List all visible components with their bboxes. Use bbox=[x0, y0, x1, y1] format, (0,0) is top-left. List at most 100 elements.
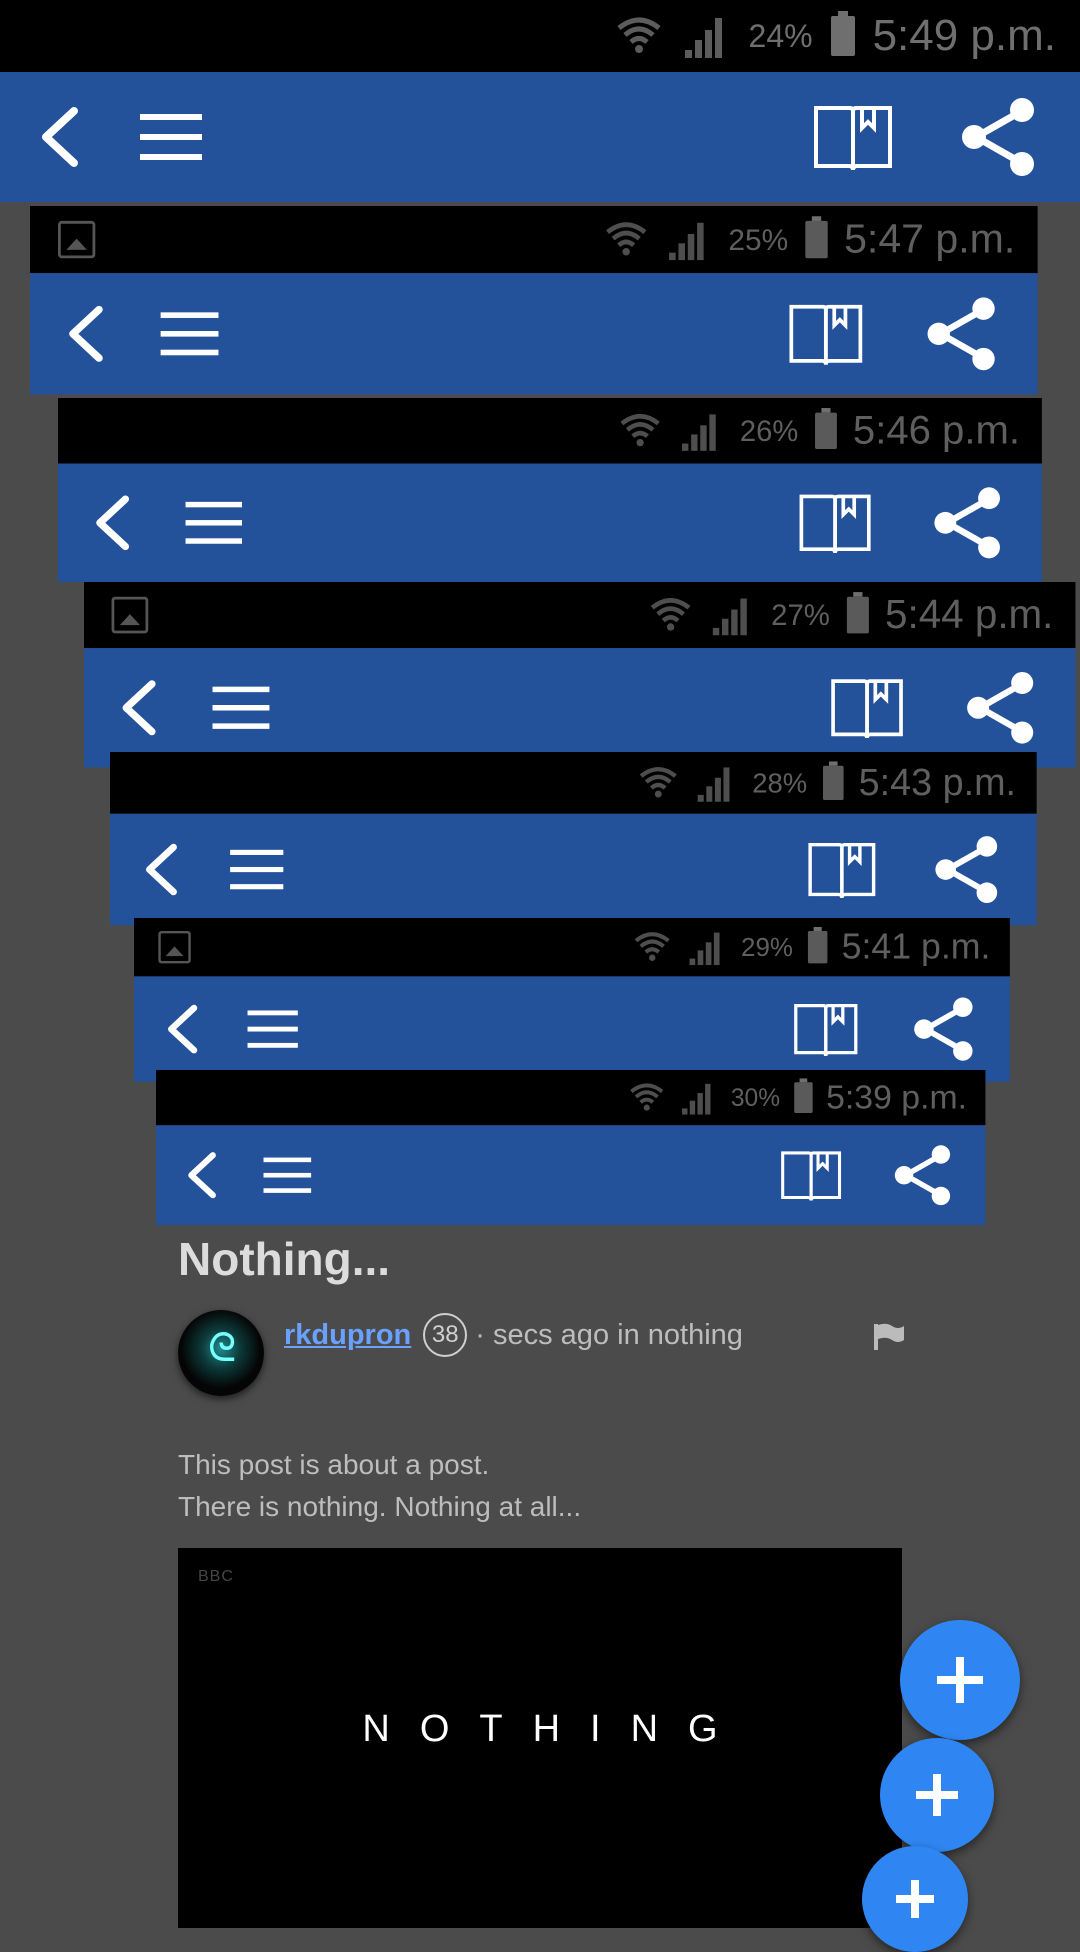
share-icon bbox=[911, 996, 978, 1063]
avatar-dragon-icon: ᘓ bbox=[208, 1326, 237, 1370]
bbc-logo: BBC bbox=[198, 1568, 234, 1585]
nested-screenshot-frame: 27% 5:44 p.m. bbox=[84, 582, 1076, 768]
menu-icon bbox=[184, 495, 246, 551]
battery-icon bbox=[846, 592, 869, 634]
post-image[interactable]: BBC NOTHING bbox=[178, 1548, 902, 1928]
signal-icon bbox=[681, 414, 716, 451]
clock: 5:44 p.m. bbox=[885, 592, 1054, 638]
avatar[interactable]: ᘓ bbox=[178, 1310, 264, 1396]
signal-icon bbox=[712, 598, 747, 636]
share-icon bbox=[924, 296, 1001, 373]
signal-icon bbox=[668, 222, 704, 261]
bookmark-book-icon bbox=[829, 676, 904, 742]
battery-percent: 25% bbox=[728, 222, 789, 256]
back-icon bbox=[162, 1003, 203, 1055]
share-icon bbox=[892, 1144, 955, 1207]
nested-toolbar bbox=[30, 273, 1038, 395]
nested-status-bar: 26% 5:46 p.m. bbox=[58, 398, 1042, 464]
battery-icon bbox=[804, 216, 828, 259]
battery-percent: 30% bbox=[730, 1083, 781, 1112]
battery-percent: 24% bbox=[748, 17, 813, 54]
bookmark-book-icon bbox=[793, 1001, 860, 1059]
nested-toolbar bbox=[110, 813, 1037, 926]
add-button[interactable] bbox=[880, 1738, 994, 1852]
plus-icon bbox=[896, 1880, 934, 1918]
image-notification-icon bbox=[111, 596, 149, 634]
bookmark-book-icon bbox=[788, 301, 865, 368]
post-body-line: There is nothing. Nothing at all... bbox=[178, 1491, 582, 1522]
status-bar: 24% 5:49 p.m. bbox=[0, 0, 1080, 72]
wifi-icon bbox=[639, 767, 677, 798]
battery-percent: 29% bbox=[741, 932, 793, 962]
nested-status-bar: 27% 5:44 p.m. bbox=[84, 582, 1076, 649]
wifi-icon bbox=[629, 1083, 663, 1111]
menu-icon bbox=[159, 305, 222, 363]
signal-icon bbox=[697, 767, 730, 802]
wifi-icon bbox=[620, 413, 660, 447]
wifi-icon bbox=[605, 222, 646, 256]
back-icon bbox=[62, 304, 109, 364]
clock: 5:43 p.m. bbox=[858, 761, 1017, 804]
clock: 5:47 p.m. bbox=[844, 216, 1016, 262]
nested-toolbar bbox=[84, 648, 1076, 768]
battery-icon bbox=[793, 1078, 813, 1114]
bookmark-book-icon bbox=[798, 491, 873, 557]
nested-toolbar bbox=[156, 1125, 986, 1226]
nested-screenshot-frame: 25% 5:47 p.m. bbox=[30, 206, 1038, 395]
share-icon bbox=[932, 834, 1002, 904]
nested-status-bar: 25% 5:47 p.m. bbox=[30, 206, 1038, 274]
battery-percent: 26% bbox=[739, 413, 799, 447]
nested-toolbar bbox=[58, 463, 1042, 583]
signal-icon bbox=[681, 1083, 711, 1115]
reputation-badge: 38 bbox=[423, 1313, 468, 1357]
author-link[interactable]: rkdupron bbox=[284, 1319, 411, 1352]
menu-icon bbox=[211, 679, 273, 736]
menu-icon[interactable] bbox=[138, 106, 206, 168]
plus-icon bbox=[937, 1657, 983, 1703]
nested-toolbar bbox=[134, 976, 1010, 1082]
image-notification-icon bbox=[57, 220, 96, 259]
menu-icon bbox=[246, 1004, 301, 1054]
nested-screenshot-frame: 28% 5:43 p.m. bbox=[110, 752, 1037, 926]
nested-status-bar: 28% 5:43 p.m. bbox=[110, 752, 1037, 814]
back-icon bbox=[139, 842, 182, 897]
back-icon bbox=[115, 678, 161, 737]
wifi-icon bbox=[650, 598, 690, 631]
menu-icon bbox=[228, 843, 286, 896]
post-meta: rkdupron 38 · secs ago in nothing bbox=[284, 1313, 743, 1357]
post-title: Nothing... bbox=[178, 1233, 391, 1285]
battery-percent: 28% bbox=[752, 767, 808, 798]
add-button[interactable] bbox=[900, 1620, 1020, 1740]
bookmark-book-icon[interactable] bbox=[812, 102, 894, 174]
signal-icon bbox=[689, 932, 720, 966]
nested-status-bar: 29% 5:41 p.m. bbox=[134, 918, 1010, 977]
post-time-category: · secs ago in nothing bbox=[475, 1318, 743, 1351]
battery-percent: 27% bbox=[771, 598, 830, 632]
menu-icon bbox=[262, 1151, 314, 1199]
bookmark-book-icon bbox=[807, 840, 877, 902]
clock: 5:46 p.m. bbox=[852, 408, 1021, 453]
back-icon bbox=[89, 494, 135, 552]
post-body: This post is about a post. There is noth… bbox=[178, 1444, 581, 1528]
app-toolbar bbox=[0, 72, 1080, 202]
clock: 5:41 p.m. bbox=[841, 926, 991, 967]
back-icon[interactable] bbox=[34, 105, 84, 169]
battery-icon bbox=[814, 408, 837, 450]
nested-screenshot-frame: 30% 5:39 p.m. bbox=[156, 1070, 986, 1226]
add-button[interactable] bbox=[862, 1846, 968, 1952]
share-icon[interactable] bbox=[958, 96, 1040, 178]
clock: 5:49 p.m. bbox=[872, 11, 1056, 60]
image-notification-icon bbox=[158, 930, 191, 964]
wifi-icon bbox=[634, 932, 670, 961]
share-icon bbox=[931, 485, 1006, 560]
battery-icon bbox=[807, 926, 828, 964]
post-body-line: This post is about a post. bbox=[178, 1449, 490, 1480]
flag-icon[interactable] bbox=[872, 1322, 906, 1350]
share-icon bbox=[963, 670, 1038, 745]
nested-screenshot-frame: 29% 5:41 p.m. bbox=[134, 918, 1010, 1082]
wifi-icon bbox=[616, 17, 661, 53]
nested-screenshot-frame: 26% 5:46 p.m. bbox=[58, 398, 1042, 583]
signal-icon bbox=[684, 18, 722, 58]
plus-icon bbox=[916, 1774, 958, 1816]
nested-status-bar: 30% 5:39 p.m. bbox=[156, 1070, 986, 1126]
